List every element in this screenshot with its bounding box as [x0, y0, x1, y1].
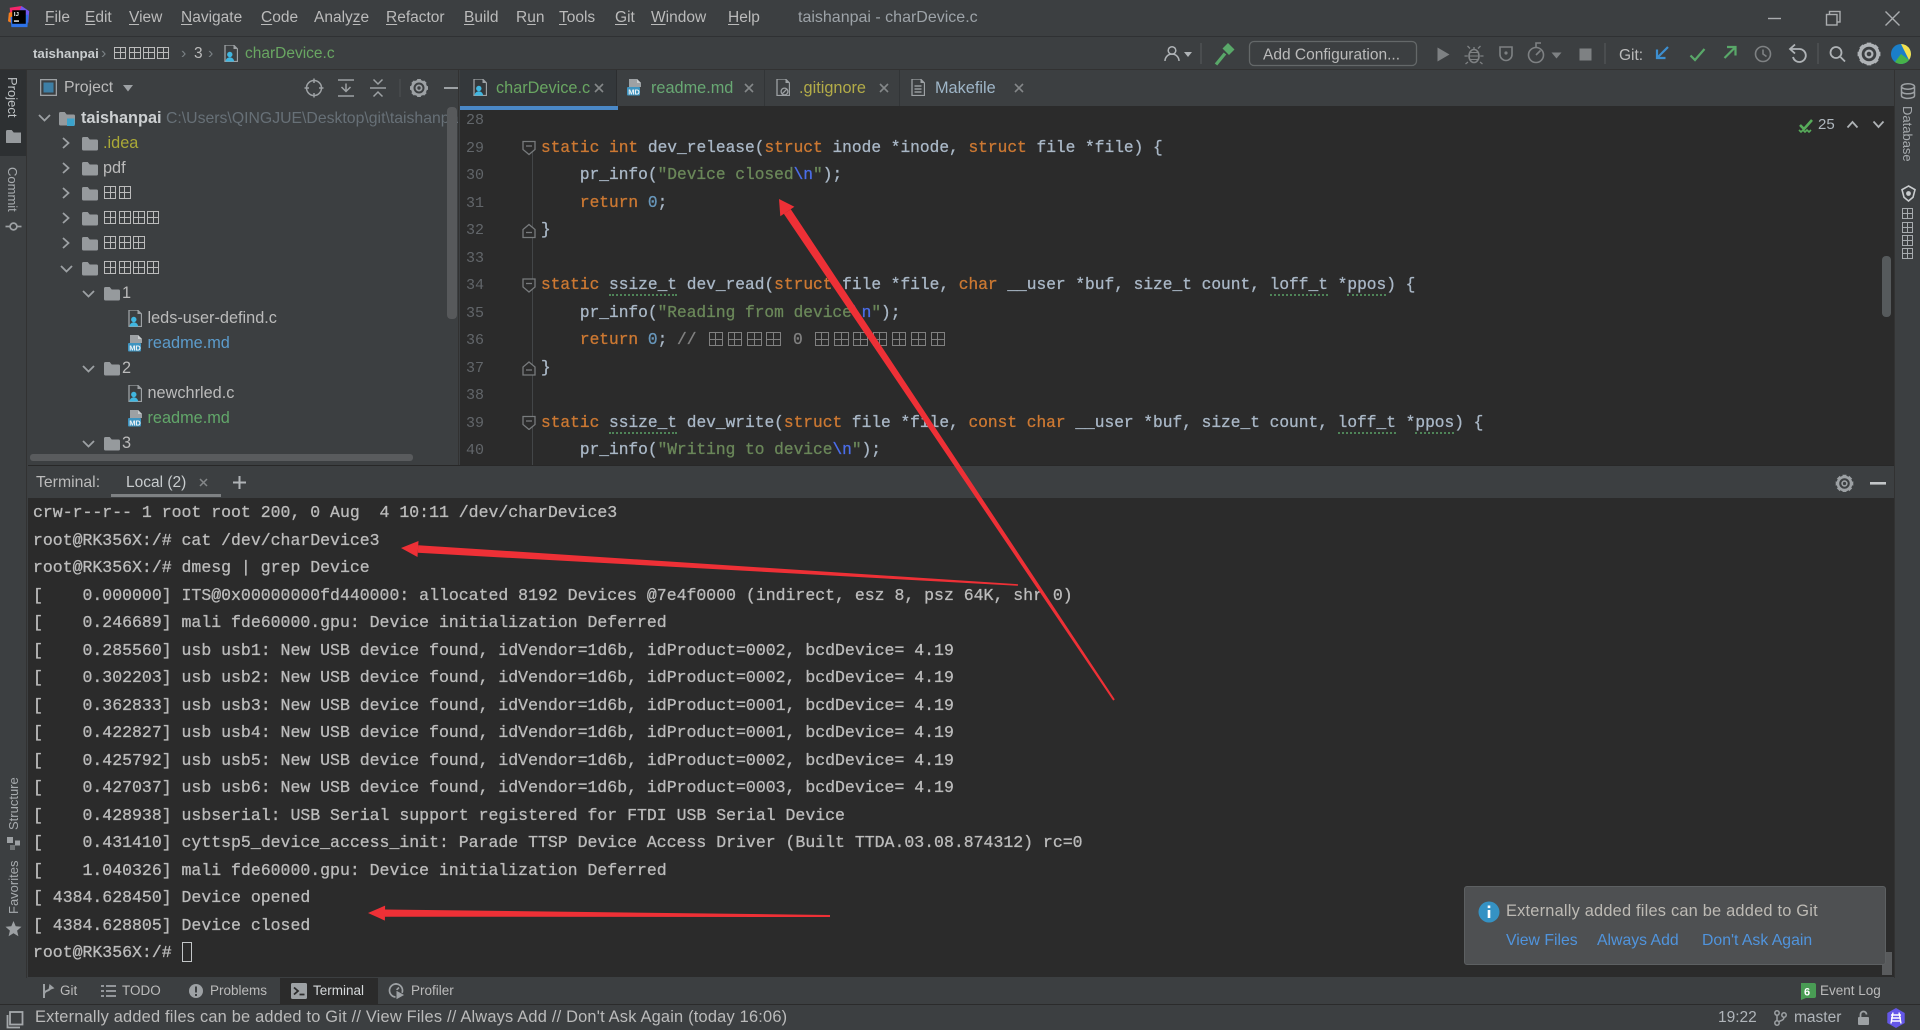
svg-text:Git:: Git: [1619, 47, 1643, 64]
svg-text:Add Configuration...: Add Configuration... [1263, 47, 1400, 64]
svg-text:6: 6 [1804, 987, 1810, 999]
svg-text:IJ: IJ [14, 12, 19, 18]
